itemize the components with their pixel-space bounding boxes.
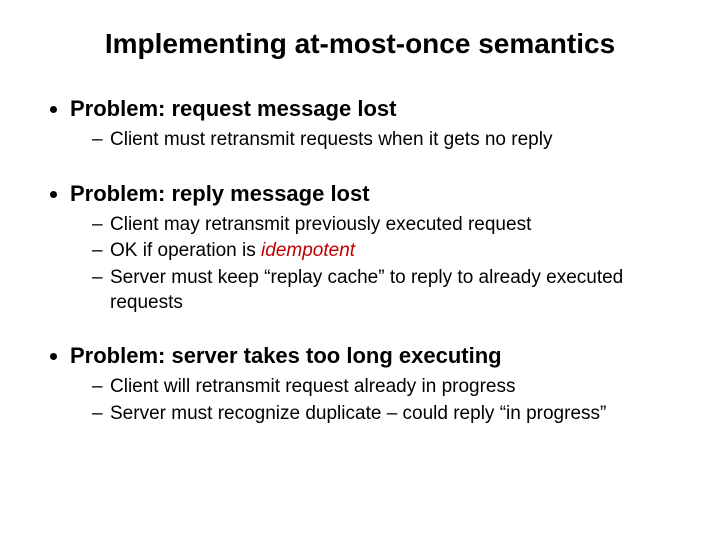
slide: Implementing at-most-once semantics Prob… — [0, 0, 720, 540]
sub-item: Server must keep “replay cache” to reply… — [92, 266, 680, 315]
sub-list: Client may retransmit previously execute… — [70, 213, 680, 316]
sub-item: Client will retransmit request already i… — [92, 375, 680, 400]
bullet-item: Problem: server takes too long executing… — [70, 343, 680, 426]
sub-item: Server must recognize duplicate – could … — [92, 402, 680, 427]
sub-item: OK if operation is idempotent — [92, 239, 680, 264]
sub-item-prefix: OK if operation is — [110, 240, 261, 261]
bullet-list: Problem: request message lost Client mus… — [40, 96, 680, 427]
sub-list: Client must retransmit requests when it … — [70, 128, 680, 153]
sub-item: Client may retransmit previously execute… — [92, 213, 680, 238]
sub-list: Client will retransmit request already i… — [70, 375, 680, 426]
sub-item: Client must retransmit requests when it … — [92, 128, 680, 153]
bullet-heading: Problem: request message lost — [70, 96, 396, 121]
bullet-heading: Problem: server takes too long executing — [70, 343, 502, 368]
bullet-item: Problem: reply message lost Client may r… — [70, 181, 680, 316]
slide-title: Implementing at-most-once semantics — [40, 28, 680, 60]
emphasized-term: idempotent — [261, 240, 355, 261]
bullet-heading: Problem: reply message lost — [70, 181, 370, 206]
bullet-item: Problem: request message lost Client mus… — [70, 96, 680, 153]
